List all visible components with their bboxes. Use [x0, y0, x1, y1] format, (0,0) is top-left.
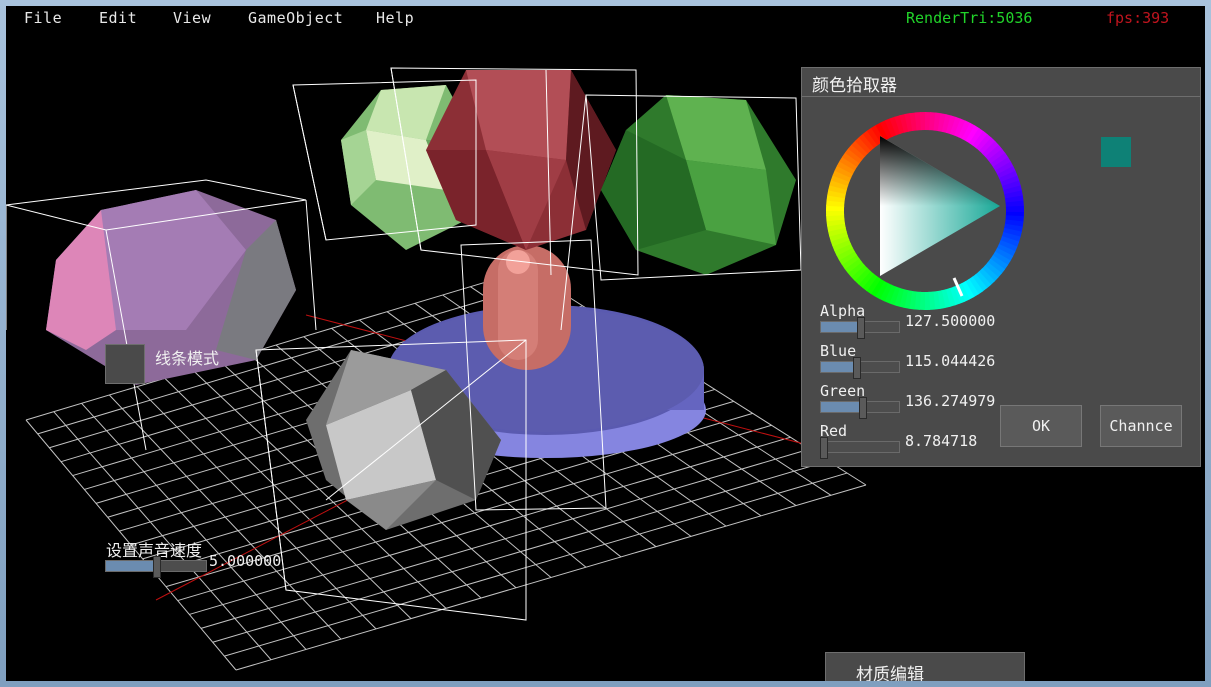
- menu-file[interactable]: File: [24, 9, 62, 27]
- wireframe-mode-checkbox[interactable]: [105, 344, 145, 384]
- sound-speed-value: 5.000000: [209, 552, 282, 570]
- 3d-viewport[interactable]: 线条模式 设置声音速度 5.000000 颜色拾取器 Alpha 127.500…: [6, 30, 1205, 681]
- menu-gameobject[interactable]: GameObject: [248, 9, 343, 27]
- green-slider[interactable]: [820, 397, 900, 419]
- color-wheel[interactable]: [820, 106, 1030, 316]
- cancel-button[interactable]: Channce: [1100, 405, 1182, 447]
- color-picker-title-separator: [802, 96, 1200, 97]
- blue-label: Blue: [820, 342, 857, 360]
- wireframe-mode-label: 线条模式: [155, 349, 220, 368]
- sound-speed-slider-fill: [106, 561, 156, 571]
- red-slider-thumb[interactable]: [820, 437, 829, 459]
- sound-speed-slider[interactable]: [105, 556, 207, 578]
- blue-value: 115.044426: [905, 352, 996, 370]
- alpha-value: 127.500000: [905, 312, 996, 330]
- green-icosahedron: [601, 95, 796, 275]
- red-slider[interactable]: [820, 437, 900, 459]
- alpha-slider-thumb[interactable]: [857, 317, 865, 339]
- alpha-slider-fill: [821, 322, 860, 332]
- ok-button[interactable]: OK: [1000, 405, 1082, 447]
- blue-slider-thumb[interactable]: [853, 357, 862, 379]
- alpha-slider[interactable]: [820, 317, 900, 339]
- menu-bar: File Edit View GameObject Help RenderTri…: [6, 6, 1205, 30]
- green-value: 136.274979: [905, 392, 996, 410]
- menu-view[interactable]: View: [173, 9, 211, 27]
- render-triangle-count: RenderTri:5036: [906, 9, 1033, 27]
- fps-counter: fps:393: [1106, 9, 1170, 27]
- selected-color-swatch: [1101, 137, 1131, 167]
- color-picker-title: 颜色拾取器: [812, 76, 897, 96]
- salmon-capsule: [483, 245, 571, 370]
- blue-slider-fill: [821, 362, 857, 372]
- red-value: 8.784718: [905, 432, 978, 450]
- material-editor-tab[interactable]: 材质编辑: [825, 652, 1025, 681]
- green-slider-fill: [821, 402, 863, 412]
- menu-edit[interactable]: Edit: [99, 9, 137, 27]
- sound-speed-slider-thumb[interactable]: [153, 556, 161, 578]
- color-picker-panel: 颜色拾取器 Alpha 127.500000 Blue 115.044426 G…: [801, 67, 1201, 467]
- material-editor-tab-label: 材质编辑: [856, 665, 924, 681]
- menu-help[interactable]: Help: [376, 9, 414, 27]
- green-slider-thumb[interactable]: [859, 397, 868, 419]
- blue-slider[interactable]: [820, 357, 900, 379]
